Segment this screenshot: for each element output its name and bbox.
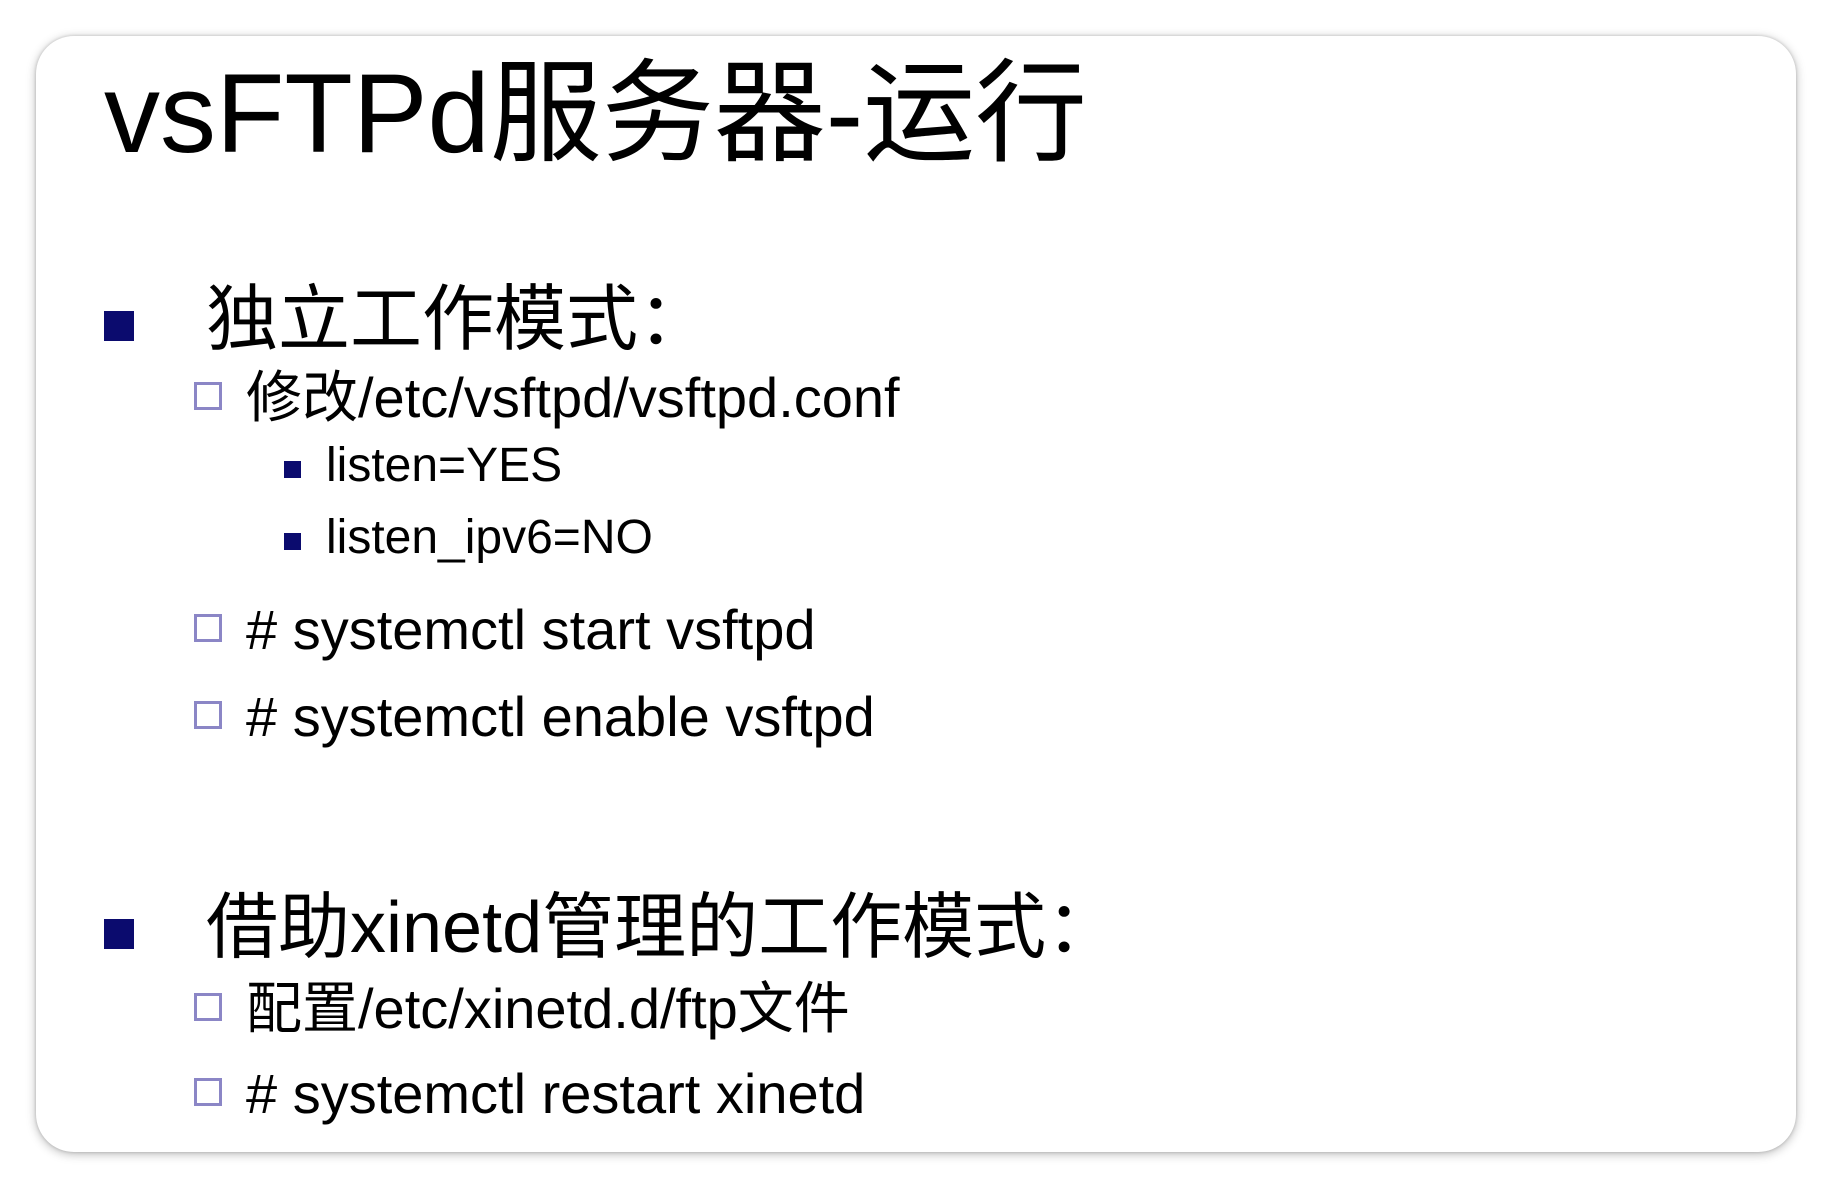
- list-item-text: 配置/etc/xinetd.d/ftp文件: [246, 977, 850, 1040]
- list-item-text: # systemctl start vsftpd: [246, 598, 816, 661]
- list-item-text: # systemctl restart xinetd: [246, 1062, 866, 1125]
- section-heading-xinetd: 借助xinetd管理的工作模式：: [104, 888, 1119, 968]
- list-item: 修改/etc/vsftpd/vsftpd.conf: [194, 366, 900, 430]
- sub-list-item: listen_ipv6=NO: [284, 510, 653, 565]
- list-item: # systemctl restart xinetd: [194, 1062, 865, 1126]
- hollow-square-bullet-icon: [194, 1077, 222, 1106]
- square-bullet-icon: [104, 919, 134, 950]
- hollow-square-bullet-icon: [194, 992, 222, 1021]
- section-heading-text: 独立工作模式：: [206, 280, 711, 360]
- hollow-square-bullet-icon: [194, 613, 222, 642]
- small-square-bullet-icon: [284, 533, 301, 551]
- sub-list-item-text: listen=YES: [326, 439, 563, 492]
- page: vsFTPd服务器-运行 独立工作模式： 修改/etc/vsftpd/vsftp…: [0, 0, 1832, 1188]
- list-item-text: # systemctl enable vsftpd: [246, 685, 875, 748]
- section-heading-text: 借助xinetd管理的工作模式：: [206, 888, 1119, 968]
- list-item: # systemctl start vsftpd: [194, 598, 816, 662]
- slide-title: vsFTPd服务器-运行: [104, 51, 1088, 176]
- list-item-text: 修改/etc/vsftpd/vsftpd.conf: [246, 366, 900, 429]
- list-item: # systemctl enable vsftpd: [194, 685, 875, 749]
- hollow-square-bullet-icon: [194, 381, 222, 410]
- slide: vsFTPd服务器-运行 独立工作模式： 修改/etc/vsftpd/vsftp…: [36, 36, 1796, 1152]
- section-heading-standalone: 独立工作模式：: [104, 280, 711, 360]
- sub-list-item-text: listen_ipv6=NO: [326, 511, 653, 564]
- small-square-bullet-icon: [284, 461, 301, 479]
- sub-list-item: listen=YES: [284, 438, 562, 493]
- list-item: 配置/etc/xinetd.d/ftp文件: [194, 977, 850, 1041]
- hollow-square-bullet-icon: [194, 700, 222, 729]
- square-bullet-icon: [104, 311, 134, 342]
